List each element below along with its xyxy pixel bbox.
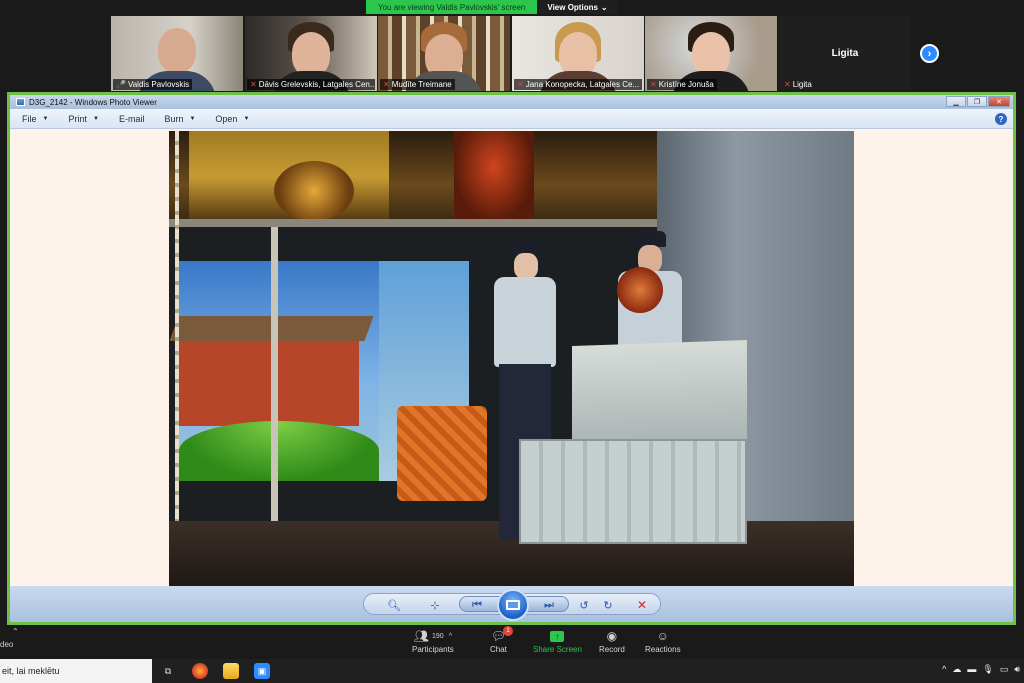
participants-label: Participants	[412, 645, 454, 654]
previous-icon[interactable]: ⏮	[468, 596, 486, 614]
usb-icon[interactable]: ▬	[967, 664, 976, 675]
actual-size-icon[interactable]: ⊹	[424, 596, 446, 614]
zoom-app-icon[interactable]: ▣	[254, 663, 270, 679]
drum-kit	[274, 161, 354, 221]
taskbar-search-input[interactable]: eit, lai meklētu	[0, 659, 152, 683]
slideshow-icon	[506, 600, 520, 610]
rotate-clockwise-icon[interactable]: ↻	[598, 596, 618, 614]
painted-grass	[179, 421, 379, 481]
view-options-button[interactable]: View Options ⌄	[537, 0, 618, 14]
volume-icon[interactable]: 🔊︎	[1014, 664, 1020, 675]
system-tray: ^ ☁ ▬ 🎙︎ ▭ 🔊︎	[942, 664, 1020, 675]
maximize-button[interactable]: ❐	[967, 96, 987, 107]
photo-viewer-icon	[16, 98, 25, 106]
menu-open[interactable]: Open ▼	[215, 114, 249, 124]
window-controls: ▁ ❐ ✕	[946, 96, 1010, 107]
participant-gallery: 🎤 Valdis Pavlovskis ✕ Dāvis Grelevskis, La…	[0, 14, 1024, 92]
caret-down-icon: ▼	[243, 115, 250, 122]
menu-bar: File ▼ Print ▼ E-mail Burn ▼ Open ▼ ?	[10, 109, 1013, 129]
share-screen-button[interactable]: ↑ Share Screen	[533, 627, 582, 654]
record-button[interactable]: ◉ Record	[599, 627, 625, 654]
participant-name: ✕ Kristīne Jonuša	[647, 79, 717, 90]
record-icon: ◉	[606, 629, 618, 643]
chevron-up-icon[interactable]: ^	[942, 664, 946, 675]
next-icon[interactable]: ⏭	[540, 596, 558, 614]
participant-name: ✕ Jana Konopecka, Latgales Ce...	[514, 79, 642, 90]
window-title: D3G_2142 - Windows Photo Viewer	[29, 97, 157, 107]
firefox-icon[interactable]	[192, 663, 208, 679]
minimize-button[interactable]: ▁	[946, 96, 966, 107]
participant-tile[interactable]: Ligita ✕ Ligita	[779, 16, 911, 91]
caret-down-icon: ▼	[92, 115, 99, 122]
viewer-controls-bar: 🔍︎ ⊹ ⏮ ⏭ ↺ ↻ ✕	[10, 586, 1013, 622]
menu-burn[interactable]: Burn ▼	[164, 114, 195, 124]
microphone-muted-icon: ✕	[383, 80, 390, 89]
window-titlebar[interactable]: D3G_2142 - Windows Photo Viewer ▁ ❐ ✕	[10, 95, 1013, 109]
microphone-icon[interactable]: 🎙︎	[982, 664, 993, 675]
participant-tile[interactable]: ✕ Mudīte Treimane	[378, 16, 510, 91]
help-icon[interactable]: ?	[995, 113, 1007, 125]
rope-ladder	[175, 131, 179, 531]
zoom-icon[interactable]: 🔍︎	[382, 596, 406, 614]
participants-count: 190	[432, 632, 444, 640]
participant-tile[interactable]: ✕ Kristīne Jonuša	[645, 16, 777, 91]
caret-down-icon: ▼	[42, 115, 49, 122]
participant-name: ✕ Dāvis Grelevskis, Latgales Cen...	[247, 79, 375, 90]
microphone-muted-icon: ✕	[650, 80, 657, 89]
open-chest-lid	[572, 339, 747, 447]
sharing-banner: You are viewing Valdis Pavlovskis' scree…	[366, 0, 618, 14]
menu-print[interactable]: Print ▼	[68, 114, 98, 124]
participant-name: ✕ Ligita	[784, 80, 812, 89]
zoom-toolbar: ⌃ deo 👥︎ 190 ^ Participants 💬︎ 1 Chat ↑ Sha…	[0, 625, 1024, 659]
chevron-right-icon: ›	[927, 47, 932, 60]
share-screen-label: Share Screen	[533, 645, 582, 654]
participants-button[interactable]: 👥︎ 190 ^ Participants	[412, 627, 454, 654]
menu-file[interactable]: File ▼	[22, 114, 48, 124]
viewing-screen-text: You are viewing Valdis Pavlovskis' scree…	[366, 0, 538, 14]
viewer-controls-pill: 🔍︎ ⊹ ⏮ ⏭ ↺ ↻ ✕	[363, 589, 661, 621]
chevron-up-icon[interactable]: ^	[449, 633, 452, 640]
microphone-muted-icon: ✕	[784, 80, 791, 89]
participants-icon: 👥︎	[413, 629, 430, 643]
chevron-down-icon: ⌄	[600, 2, 608, 12]
microphone-muted-icon: ✕	[250, 80, 257, 89]
next-page-button[interactable]: ›	[920, 44, 939, 63]
orange-armchair	[397, 406, 487, 501]
delete-icon[interactable]: ✕	[632, 596, 652, 614]
close-window-button[interactable]: ✕	[988, 96, 1010, 107]
chat-label: Chat	[490, 645, 507, 654]
participant-avatar	[158, 28, 196, 74]
chat-badge: 1	[503, 626, 514, 636]
participant-tile[interactable]: ✕ Dāvis Grelevskis, Latgales Cen...	[245, 16, 377, 91]
painted-house	[179, 331, 359, 426]
participant-name: ✕ Mudīte Treimane	[380, 79, 455, 90]
microphone-icon: 🎤	[116, 80, 126, 89]
reactions-button[interactable]: ☺ Reactions	[645, 627, 681, 654]
participant-name: 🎤 Valdis Pavlovskis	[113, 79, 193, 90]
view-options-label: View Options	[547, 2, 598, 12]
caret-down-icon: ▼	[189, 115, 196, 122]
cloud-icon[interactable]: ☁	[952, 664, 961, 675]
network-icon[interactable]: ▭	[1000, 664, 1009, 675]
reactions-label: Reactions	[645, 645, 681, 654]
share-screen-icon: ↑	[550, 630, 565, 642]
windows-taskbar: eit, lai meklētu ⧉ ▣ ^ ☁ ▬ 🎙︎ ▭ 🔊︎	[0, 659, 1024, 683]
photo-viewer-window: D3G_2142 - Windows Photo Viewer ▁ ❐ ✕ Fi…	[10, 95, 1013, 622]
video-button-label[interactable]: deo	[0, 640, 13, 649]
record-label: Record	[599, 645, 625, 654]
red-haired-actor	[617, 267, 663, 313]
reactions-icon: ☺	[656, 629, 669, 643]
painted-chest	[519, 439, 747, 544]
participant-tile[interactable]: 🎤 Valdis Pavlovskis	[111, 16, 243, 91]
chat-button[interactable]: 💬︎ 1 Chat	[490, 626, 514, 654]
displayed-photo	[169, 131, 854, 586]
rotate-counterclockwise-icon[interactable]: ↺	[574, 596, 594, 614]
menu-email[interactable]: E-mail	[119, 114, 145, 124]
chevron-up-icon[interactable]: ⌃	[12, 627, 19, 636]
slideshow-button[interactable]	[497, 589, 529, 621]
task-view-icon[interactable]: ⧉	[160, 663, 176, 679]
participant-tile[interactable]: ✕ Jana Konopecka, Latgales Ce...	[512, 16, 644, 91]
microphone-muted-icon: ✕	[517, 80, 524, 89]
file-explorer-icon[interactable]	[223, 663, 239, 679]
